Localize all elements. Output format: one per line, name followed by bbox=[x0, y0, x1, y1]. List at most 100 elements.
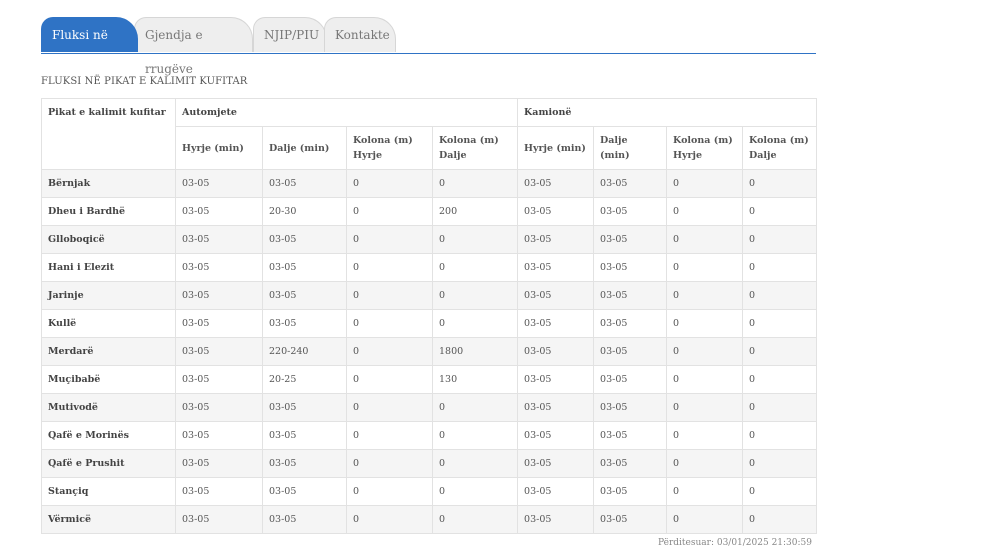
last-updated: Përditesuar: 03/01/2025 21:30:59 bbox=[658, 538, 812, 548]
table-cell: 03-05 bbox=[175, 197, 263, 226]
table-cell: 0 bbox=[346, 365, 433, 394]
table-cell: 0 bbox=[666, 197, 744, 226]
crossing-name: Glloboqicë bbox=[41, 225, 176, 254]
crossing-name: Merdarë bbox=[41, 337, 176, 366]
table-cell: 0 bbox=[666, 477, 744, 506]
table-cell: 0 bbox=[346, 449, 433, 478]
table-cell: 03-05 bbox=[517, 421, 595, 450]
table-row: Stançiq 03-05 03-05 0 0 03-05 03-05 0 0 bbox=[41, 477, 818, 506]
table-cell: 03-05 bbox=[262, 477, 347, 506]
table-cell: 03-05 bbox=[593, 281, 668, 310]
table-cell: 0 bbox=[346, 253, 433, 282]
table-row: Dheu i Bardhë 03-05 20-30 0 200 03-05 03-05 0 0 bbox=[41, 197, 818, 226]
crossing-name: Dheu i Bardhë bbox=[41, 197, 176, 226]
table-cell: 03-05 bbox=[517, 449, 595, 478]
table-row: Vërmicë 03-05 03-05 0 0 03-05 03-05 0 0 bbox=[41, 505, 818, 534]
table-cell: 130 bbox=[431, 365, 519, 394]
table-cell: 03-05 bbox=[517, 225, 595, 254]
table-cell: 03-05 bbox=[262, 393, 347, 422]
table-cell: 0 bbox=[742, 197, 818, 226]
table-cell: 0 bbox=[666, 449, 744, 478]
table-cell: 20-25 bbox=[262, 365, 347, 394]
table-cell: 0 bbox=[742, 281, 818, 310]
table-cell: 03-05 bbox=[175, 449, 263, 478]
table-row: Mutivodë 03-05 03-05 0 0 03-05 03-05 0 0 bbox=[41, 393, 818, 422]
crossing-name: Qafë e Morinës bbox=[41, 421, 176, 450]
table-cell: 0 bbox=[666, 309, 744, 338]
table-cell: 0 bbox=[431, 477, 519, 506]
table-cell: 03-05 bbox=[262, 225, 347, 254]
table-cell: 0 bbox=[346, 393, 433, 422]
crossing-name: Mutivodë bbox=[41, 393, 176, 422]
header-cars-queue-exit: Kolona (m) Dalje bbox=[431, 126, 519, 170]
crossing-name: Jarinje bbox=[41, 281, 176, 310]
table-cell: 03-05 bbox=[175, 393, 263, 422]
table-cell: 0 bbox=[742, 225, 818, 254]
table-row: Kullë 03-05 03-05 0 0 03-05 03-05 0 0 bbox=[41, 309, 818, 338]
table-cell: 0 bbox=[346, 225, 433, 254]
tab-border-flow[interactable]: Fluksi në kufi bbox=[41, 17, 138, 76]
table-cell: 0 bbox=[742, 309, 818, 338]
header-trucks: Kamionë bbox=[517, 98, 818, 127]
table-row: Qafë e Morinës 03-05 03-05 0 0 03-05 03-05 0 0 bbox=[41, 421, 818, 450]
tab-njip-piu[interactable]: NJIP/PIU bbox=[253, 17, 327, 52]
tab-bar: Fluksi në kufi Gjendja e rrugëve NJIP/PI… bbox=[41, 17, 816, 76]
crossing-name: Muçibabë bbox=[41, 365, 176, 394]
table-cell: 0 bbox=[742, 253, 818, 282]
table-cell: 0 bbox=[666, 365, 744, 394]
crossing-name: Vërmicë bbox=[41, 505, 176, 534]
table-cell: 0 bbox=[742, 477, 818, 506]
table-cell: 0 bbox=[666, 505, 744, 534]
table-cell: 0 bbox=[742, 421, 818, 450]
table-cell: 220-240 bbox=[262, 337, 347, 366]
border-flow-table: Pikat e kalimit kufitar Automjete Kamion… bbox=[41, 98, 818, 534]
table-cell: 03-05 bbox=[517, 253, 595, 282]
table-cell: 0 bbox=[666, 393, 744, 422]
table-cell: 200 bbox=[431, 197, 519, 226]
table-cell: 0 bbox=[431, 421, 519, 450]
table-cell: 03-05 bbox=[175, 225, 263, 254]
table-cell: 03-05 bbox=[593, 477, 668, 506]
table-cell: 03-05 bbox=[262, 449, 347, 478]
table-cell: 0 bbox=[742, 505, 818, 534]
table-cell: 0 bbox=[666, 253, 744, 282]
table-cell: 0 bbox=[346, 197, 433, 226]
table-row: Qafë e Prushit 03-05 03-05 0 0 03-05 03-05 0 0 bbox=[41, 449, 818, 478]
table-cell: 03-05 bbox=[175, 421, 263, 450]
table-cell: 03-05 bbox=[593, 421, 668, 450]
header-trucks-exit: Dalje (min) bbox=[593, 126, 668, 170]
crossing-name: Stançiq bbox=[41, 477, 176, 506]
table-cell: 03-05 bbox=[517, 365, 595, 394]
crossing-name: Bërnjak bbox=[41, 169, 176, 198]
header-cars-exit: Dalje (min) bbox=[262, 126, 347, 170]
table-cell: 03-05 bbox=[593, 309, 668, 338]
table-cell: 03-05 bbox=[262, 421, 347, 450]
tab-contacts[interactable]: Kontakte bbox=[324, 17, 396, 52]
table-cell: 0 bbox=[742, 449, 818, 478]
table-cell: 03-05 bbox=[175, 169, 263, 198]
table-cell: 03-05 bbox=[593, 449, 668, 478]
table-row: Muçibabë 03-05 20-25 0 130 03-05 03-05 0 0 bbox=[41, 365, 818, 394]
table-cell: 03-05 bbox=[517, 337, 595, 366]
table-cell: 0 bbox=[666, 225, 744, 254]
table-cell: 03-05 bbox=[262, 505, 347, 534]
tab-road-conditions[interactable]: Gjendja e rrugëve bbox=[134, 17, 253, 76]
table-cell: 0 bbox=[742, 393, 818, 422]
table-cell: 0 bbox=[431, 225, 519, 254]
table-cell: 0 bbox=[346, 505, 433, 534]
table-cell: 03-05 bbox=[175, 365, 263, 394]
table-cell: 03-05 bbox=[175, 337, 263, 366]
table-row: Bërnjak 03-05 03-05 0 0 03-05 03-05 0 0 bbox=[41, 169, 818, 198]
table-cell: 03-05 bbox=[593, 505, 668, 534]
table-cell: 03-05 bbox=[175, 477, 263, 506]
table-row: Merdarë 03-05 220-240 0 1800 03-05 03-05 0 0 bbox=[41, 337, 818, 366]
table-cell: 0 bbox=[346, 337, 433, 366]
table-cell: 0 bbox=[431, 281, 519, 310]
header-cars: Automjete bbox=[174, 98, 519, 127]
table-cell: 0 bbox=[431, 253, 519, 282]
table-row: Jarinje 03-05 03-05 0 0 03-05 03-05 0 0 bbox=[41, 281, 818, 310]
table-cell: 03-05 bbox=[593, 225, 668, 254]
table-cell: 0 bbox=[742, 169, 818, 198]
table-cell: 03-05 bbox=[593, 337, 668, 366]
table-cell: 0 bbox=[431, 169, 519, 198]
